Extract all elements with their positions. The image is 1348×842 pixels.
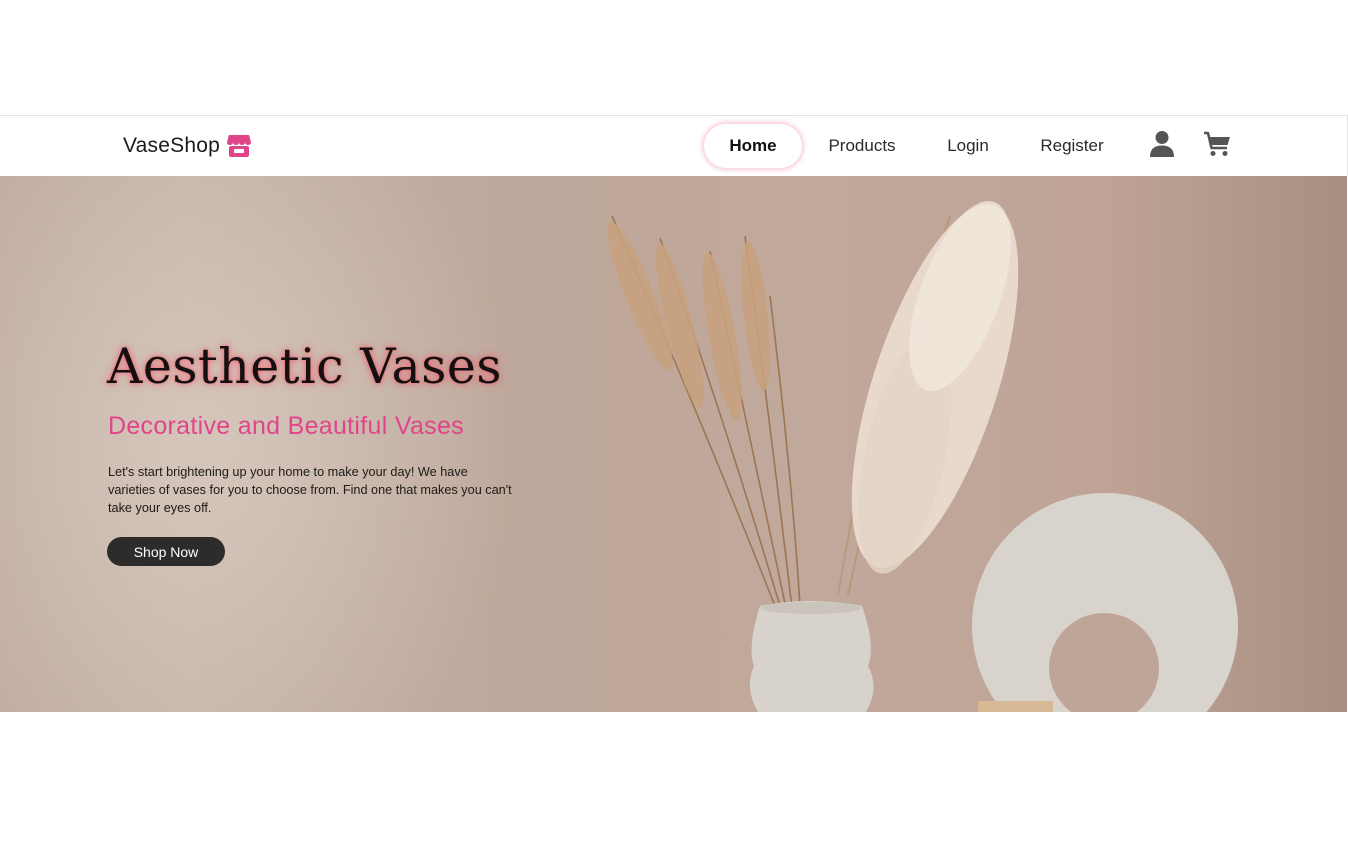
nav-link-home[interactable]: Home [704, 124, 802, 168]
cart-icon[interactable] [1203, 130, 1231, 158]
nav-link-login[interactable]: Login [940, 124, 996, 168]
shop-now-button[interactable]: Shop Now [107, 537, 225, 566]
hero-title: Aesthetic Vases [107, 338, 503, 395]
brand-name: VaseShop [123, 134, 220, 157]
user-icon[interactable] [1149, 130, 1177, 158]
hero-description: Let's start brightening up your home to … [108, 465, 512, 515]
brand-logo[interactable]: VaseShop [123, 130, 252, 162]
store-icon [226, 133, 252, 159]
navbar: VaseShop Home Products Login Register [0, 115, 1348, 176]
hero-subtitle: Decorative and Beautiful Vases [108, 412, 464, 440]
hero-image [607, 201, 1238, 712]
hero-banner: Aesthetic Vases Decorative and Beautiful… [0, 176, 1347, 712]
nav-link-products[interactable]: Products [817, 124, 907, 168]
nav-link-register[interactable]: Register [1030, 124, 1114, 168]
